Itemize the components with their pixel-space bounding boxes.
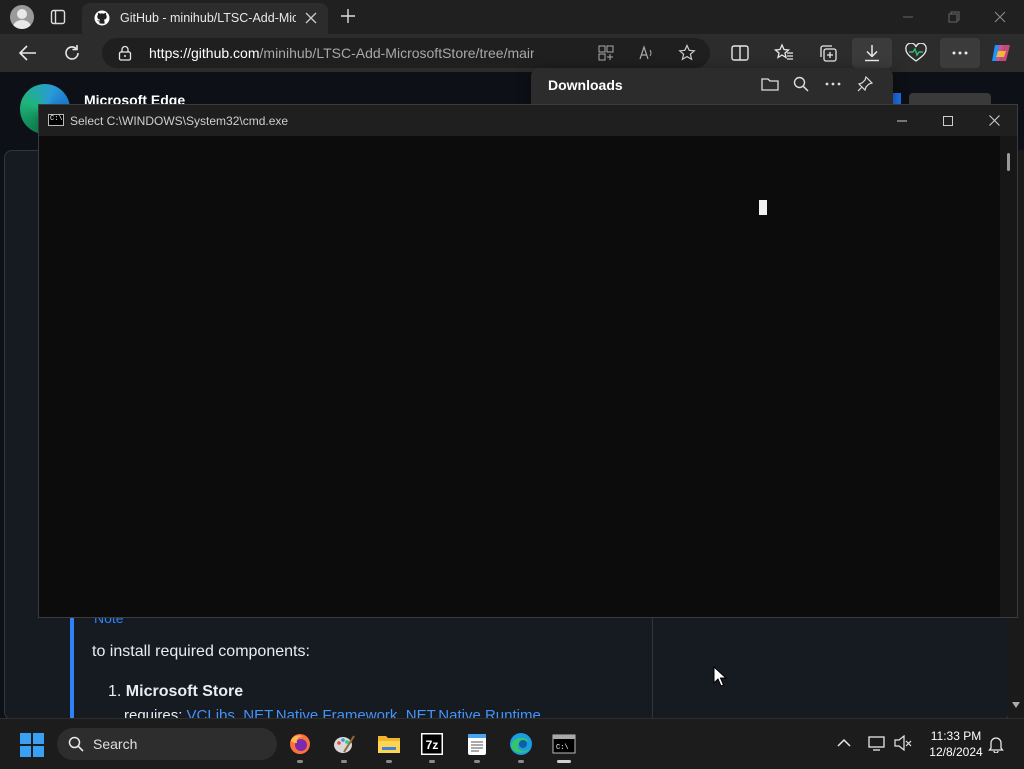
minimize-icon[interactable] xyxy=(885,0,931,34)
read-aloud-icon[interactable] xyxy=(638,45,654,61)
cmd-scroll-thumb[interactable] xyxy=(1007,153,1010,171)
downloads-more-icon[interactable] xyxy=(825,82,841,86)
favorites-icon[interactable] xyxy=(774,43,794,63)
windows-start-icon[interactable] xyxy=(20,733,44,757)
console-area[interactable] xyxy=(39,136,1000,617)
restore-icon[interactable] xyxy=(931,0,977,34)
firefox-icon[interactable] xyxy=(283,728,317,763)
open-folder-icon[interactable] xyxy=(761,76,779,92)
running-indicator xyxy=(518,760,524,763)
more-button[interactable] xyxy=(940,38,980,68)
cmd-scrollbar[interactable] xyxy=(1000,136,1017,617)
profile-avatar[interactable] xyxy=(10,5,34,29)
app-available-icon[interactable] xyxy=(598,45,614,61)
list-item-title: Microsoft Store xyxy=(125,683,244,700)
copilot-icon[interactable] xyxy=(990,42,1012,64)
tab-title: GitHub - minihub/LTSC-Add-Microsoft xyxy=(120,11,296,25)
show-hidden-icons-icon[interactable] xyxy=(837,738,851,748)
edge-icon[interactable] xyxy=(504,728,538,763)
running-indicator xyxy=(386,760,392,763)
taskbar-search[interactable]: Search xyxy=(57,728,277,760)
search-icon xyxy=(68,736,84,752)
volume-muted-icon[interactable] xyxy=(894,735,912,751)
active-indicator xyxy=(557,760,571,763)
clock-time[interactable]: 11:33 PM xyxy=(920,729,992,743)
tab-strip: GitHub - minihub/LTSC-Add-Microsoft xyxy=(0,0,1024,34)
collections-icon[interactable] xyxy=(818,43,838,63)
lock-icon[interactable] xyxy=(118,45,132,61)
more-icon xyxy=(952,51,968,55)
tab-actions-icon[interactable] xyxy=(50,9,66,25)
favorite-star-icon[interactable] xyxy=(678,44,696,62)
github-icon xyxy=(94,10,110,26)
mouse-pointer-icon xyxy=(713,666,727,688)
refresh-icon[interactable] xyxy=(62,43,82,63)
notepad-icon[interactable] xyxy=(460,728,494,763)
downloads-panel: Downloads xyxy=(531,68,893,108)
svg-text:C:\: C:\ xyxy=(556,744,569,752)
address-bar[interactable]: https://github.com/minihub/LTSC-Add-Micr… xyxy=(102,38,710,68)
downloads-title: Downloads xyxy=(548,77,623,93)
running-indicator xyxy=(341,760,347,763)
url-domain: https://github.com xyxy=(149,45,260,61)
pin-icon[interactable] xyxy=(857,76,873,92)
running-indicator xyxy=(297,760,303,763)
browser-essentials-icon[interactable] xyxy=(905,43,927,63)
downloads-button[interactable] xyxy=(852,38,892,68)
cmd-maximize-icon[interactable] xyxy=(925,105,971,136)
running-indicator xyxy=(474,760,480,763)
svg-text:7z: 7z xyxy=(426,738,439,752)
network-icon[interactable] xyxy=(868,735,886,751)
cmd-icon: C:\ xyxy=(48,114,64,126)
note-text: to install required components: xyxy=(92,643,310,660)
url-text[interactable]: https://github.com/minihub/LTSC-Add-Micr… xyxy=(149,45,534,61)
running-indicator xyxy=(429,760,435,763)
note-callout: Note to install required components: 1. … xyxy=(70,606,656,726)
cmd-minimize-icon[interactable] xyxy=(879,105,925,136)
close-window-icon[interactable] xyxy=(977,0,1023,34)
tab-github[interactable]: GitHub - minihub/LTSC-Add-Microsoft xyxy=(82,3,328,34)
7zip-icon[interactable]: 7z xyxy=(415,728,449,763)
search-label: Search xyxy=(93,736,138,752)
sidebar-divider xyxy=(652,606,653,718)
list-number: 1. xyxy=(108,683,122,700)
list-item: 1. Microsoft Store xyxy=(108,683,243,701)
url-path: /minihub/LTSC-Add-MicrosoftStore/tree/ma… xyxy=(259,45,534,61)
back-icon[interactable] xyxy=(18,43,38,63)
cmd-close-icon[interactable] xyxy=(971,105,1017,136)
split-screen-icon[interactable] xyxy=(730,43,750,63)
text-cursor xyxy=(759,200,767,215)
new-tab-icon[interactable] xyxy=(340,8,356,24)
close-tab-icon[interactable] xyxy=(305,12,317,24)
download-icon xyxy=(862,43,882,63)
browser-toolbar: https://github.com/minihub/LTSC-Add-Micr… xyxy=(0,34,1024,72)
file-explorer-icon[interactable] xyxy=(372,728,406,763)
clock-date[interactable]: 12/8/2024 xyxy=(920,745,992,759)
cmd-titlebar[interactable]: C:\ Select C:\WINDOWS\System32\cmd.exe xyxy=(39,105,1017,136)
cmd-window[interactable]: C:\ Select C:\WINDOWS\System32\cmd.exe xyxy=(38,104,1018,618)
taskbar: Search 7z C:\ 11:33 PM 12/8/2024 xyxy=(0,718,1024,769)
cmd-title: Select C:\WINDOWS\System32\cmd.exe xyxy=(70,114,289,128)
notification-bell-icon[interactable] xyxy=(988,735,1004,753)
scroll-down-arrow-icon[interactable] xyxy=(1012,702,1020,708)
terminal-icon[interactable]: C:\ xyxy=(547,728,581,763)
paint-icon[interactable] xyxy=(327,728,361,763)
search-downloads-icon[interactable] xyxy=(793,76,809,92)
